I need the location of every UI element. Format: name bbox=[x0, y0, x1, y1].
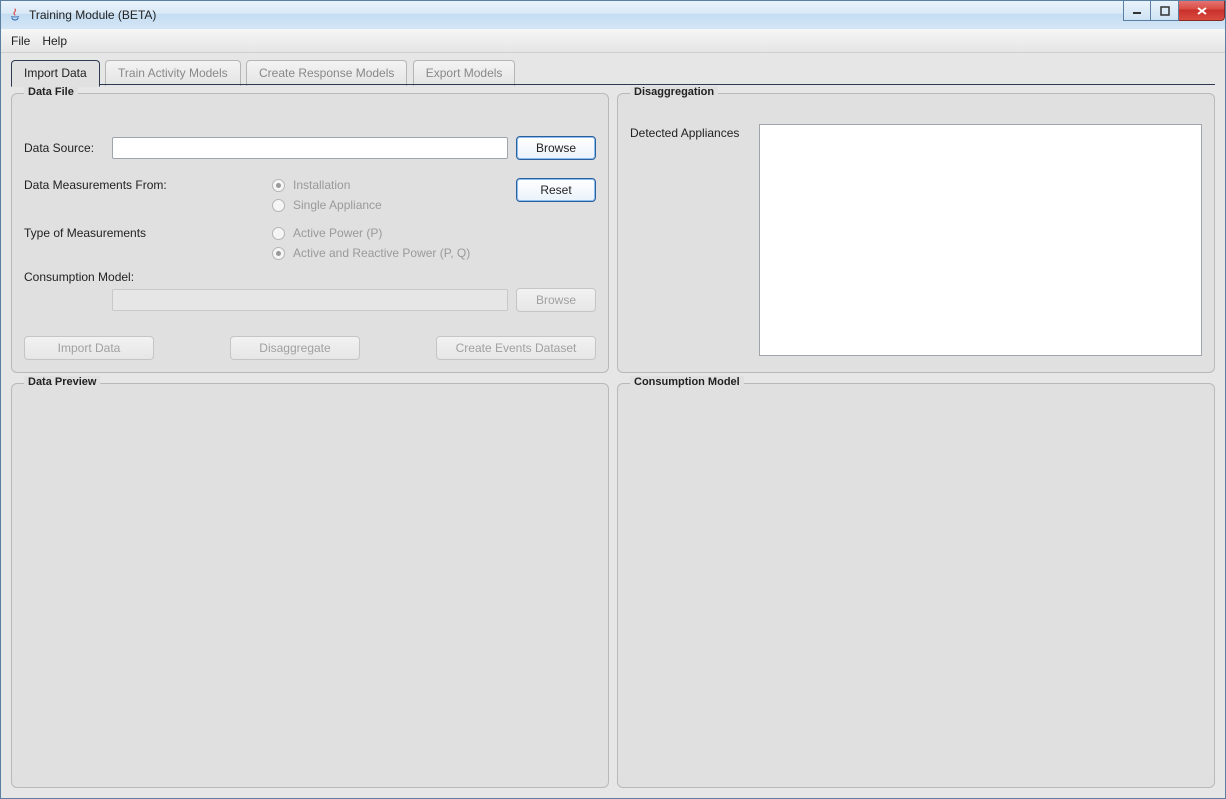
window-titlebar: Training Module (BETA) bbox=[0, 0, 1226, 29]
data-source-input[interactable] bbox=[112, 137, 508, 159]
reset-button[interactable]: Reset bbox=[516, 178, 596, 202]
radio-single-appliance[interactable]: Single Appliance bbox=[272, 198, 508, 212]
label-measurements-from: Data Measurements From: bbox=[24, 178, 264, 192]
radio-icon bbox=[272, 227, 285, 240]
radio-installation[interactable]: Installation bbox=[272, 178, 508, 192]
group-data-file: Data File Data Source: Browse Data Measu… bbox=[11, 93, 609, 373]
maximize-button[interactable] bbox=[1151, 1, 1179, 21]
disaggregate-button: Disaggregate bbox=[230, 336, 360, 360]
group-data-preview-legend: Data Preview bbox=[24, 376, 100, 388]
menu-help[interactable]: Help bbox=[42, 34, 67, 48]
browse-consumption-model-button: Browse bbox=[516, 288, 596, 312]
group-consumption-model-legend: Consumption Model bbox=[630, 376, 744, 388]
radio-active-reactive-power[interactable]: Active and Reactive Power (P, Q) bbox=[272, 246, 508, 260]
radio-installation-label: Installation bbox=[293, 178, 350, 192]
content-area: Data File Data Source: Browse Data Measu… bbox=[1, 85, 1225, 798]
client-area: File Help Import Data Train Activity Mod… bbox=[0, 29, 1226, 799]
menu-file[interactable]: File bbox=[11, 34, 30, 48]
close-button[interactable] bbox=[1179, 1, 1225, 21]
tab-create-response-models[interactable]: Create Response Models bbox=[246, 60, 407, 86]
consumption-model-input bbox=[112, 289, 508, 311]
label-detected-appliances: Detected Appliances bbox=[630, 124, 739, 356]
java-icon bbox=[7, 7, 23, 23]
browse-data-source-button[interactable]: Browse bbox=[516, 136, 596, 160]
window-controls bbox=[1123, 1, 1225, 21]
group-disaggregation: Disaggregation Detected Appliances bbox=[617, 93, 1215, 373]
menu-bar: File Help bbox=[1, 29, 1225, 53]
tab-train-activity-models[interactable]: Train Activity Models bbox=[105, 60, 241, 86]
group-disaggregation-legend: Disaggregation bbox=[630, 86, 718, 98]
group-data-file-legend: Data File bbox=[24, 86, 78, 98]
tab-export-models[interactable]: Export Models bbox=[413, 60, 516, 86]
minimize-button[interactable] bbox=[1123, 1, 1151, 21]
radio-active-power[interactable]: Active Power (P) bbox=[272, 226, 508, 240]
tab-import-data[interactable]: Import Data bbox=[11, 60, 100, 87]
detected-appliances-list[interactable] bbox=[759, 124, 1202, 356]
group-consumption-model: Consumption Model bbox=[617, 383, 1215, 788]
label-type-of-measurements: Type of Measurements bbox=[24, 226, 264, 240]
radio-icon bbox=[272, 247, 285, 260]
tab-strip: Import Data Train Activity Models Create… bbox=[11, 59, 1215, 85]
label-consumption-model: Consumption Model: bbox=[24, 270, 134, 284]
radio-active-power-label: Active Power (P) bbox=[293, 226, 382, 240]
radio-icon bbox=[272, 199, 285, 212]
group-data-preview: Data Preview bbox=[11, 383, 609, 788]
radio-single-appliance-label: Single Appliance bbox=[293, 198, 382, 212]
tab-baseline bbox=[11, 84, 1215, 85]
create-events-dataset-button: Create Events Dataset bbox=[436, 336, 596, 360]
window-title: Training Module (BETA) bbox=[29, 8, 156, 22]
radio-icon bbox=[272, 179, 285, 192]
import-data-button: Import Data bbox=[24, 336, 154, 360]
radio-active-reactive-power-label: Active and Reactive Power (P, Q) bbox=[293, 246, 470, 260]
label-data-source: Data Source: bbox=[24, 141, 104, 155]
